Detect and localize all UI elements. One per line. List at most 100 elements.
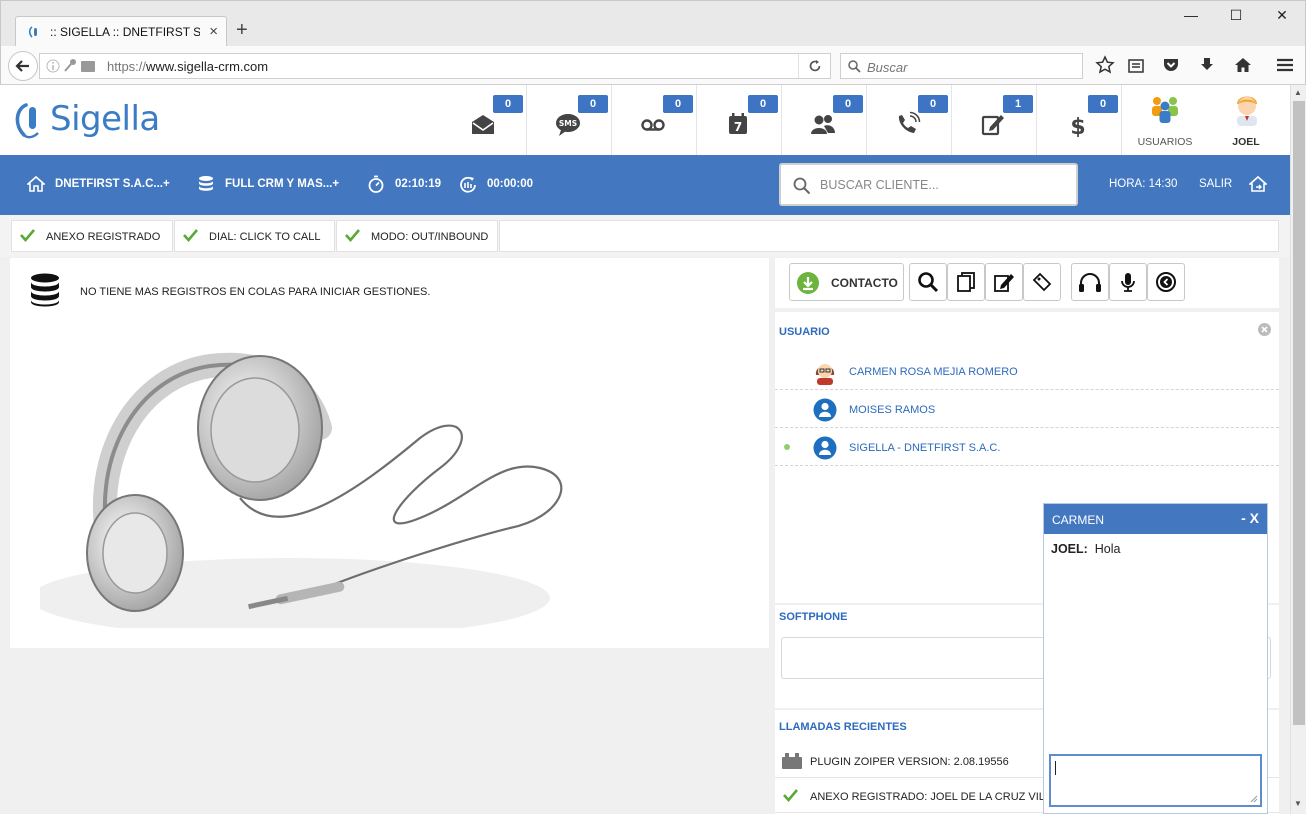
check-icon xyxy=(183,229,198,242)
page-scrollbar[interactable]: ▲ ▼ xyxy=(1290,85,1306,814)
headset-logo-icon xyxy=(15,103,39,139)
main-toolbar: DNETFIRST S.A.C...+ FULL CRM Y MAS...+ 0… xyxy=(0,155,1290,215)
browser-tab[interactable]: :: SIGELLA :: DNETFIRST S.... × xyxy=(15,16,227,47)
app-header: Sigella 0 SMS 0 0 7 0 0 0 1 $ 0 USUARIOS xyxy=(0,85,1290,155)
plugin-version-text: PLUGIN ZOIPER VERSION: 2.08.19556 xyxy=(810,756,1009,768)
user-profile-button[interactable]: JOEL xyxy=(1208,85,1284,155)
edit-button[interactable] xyxy=(985,263,1023,301)
magnifier-icon xyxy=(918,272,939,293)
menu-icon[interactable] xyxy=(1275,55,1295,75)
reading-list-icon[interactable] xyxy=(1126,55,1146,75)
user-circle-icon xyxy=(813,436,837,460)
sigella-logo[interactable]: Sigella xyxy=(12,95,162,143)
svg-text:7: 7 xyxy=(734,120,742,134)
close-circle-icon[interactable] xyxy=(1257,322,1272,337)
chat-window-controls[interactable]: - X xyxy=(1241,510,1259,526)
header-notes-button[interactable]: 1 xyxy=(952,85,1037,155)
chat-header[interactable]: CARMEN - X xyxy=(1044,504,1267,534)
window-close-icon[interactable]: ✕ xyxy=(1271,7,1293,29)
female-avatar-icon xyxy=(815,364,835,385)
header-calendar-button[interactable]: 7 0 xyxy=(697,85,782,155)
company-home-icon xyxy=(27,175,45,192)
scroll-up-icon[interactable]: ▲ xyxy=(1294,88,1302,97)
company-selector[interactable]: DNETFIRST S.A.C...+ xyxy=(55,178,170,190)
phone-icon xyxy=(898,111,921,133)
anexo-registrado-text: ANEXO REGISTRADO: JOEL DE LA CRUZ VILLAR xyxy=(810,791,1067,803)
status-modo-text: MODO: OUT/INBOUND xyxy=(371,231,489,243)
plugin-icon xyxy=(782,753,802,769)
header-payments-button[interactable]: $ 0 xyxy=(1037,85,1122,155)
copy-icon xyxy=(957,272,975,292)
contacts-count-badge: 0 xyxy=(833,95,863,113)
payments-count-badge: 0 xyxy=(1088,95,1118,113)
tab-close-icon[interactable]: × xyxy=(209,23,218,40)
header-contacts-button[interactable]: 0 xyxy=(782,85,867,155)
browser-search-placeholder: Buscar xyxy=(867,60,908,75)
reload-icon[interactable] xyxy=(798,54,830,78)
llamadas-title: LLAMADAS RECIENTES xyxy=(779,721,907,733)
search-icon xyxy=(848,60,861,73)
scrollbar-thumb[interactable] xyxy=(1293,101,1305,725)
calendar-count-badge: 0 xyxy=(748,95,778,113)
edit-icon xyxy=(981,115,1004,136)
user-row[interactable]: SIGELLA - DNETFIRST S.A.C. xyxy=(775,429,1279,466)
contacto-button[interactable]: CONTACTO xyxy=(789,263,904,301)
client-search-icon xyxy=(793,177,811,195)
microphone-button[interactable] xyxy=(1109,263,1147,301)
url-bar[interactable]: https://www.sigella-crm.com xyxy=(39,53,831,79)
headphones-icon xyxy=(1079,273,1101,292)
new-tab-icon[interactable]: + xyxy=(236,20,248,40)
status-modo: MODO: OUT/INBOUND xyxy=(336,220,498,252)
back-circle-button[interactable] xyxy=(1147,263,1185,301)
download-icon[interactable] xyxy=(1197,55,1217,75)
home-icon[interactable] xyxy=(1233,55,1253,75)
back-icon[interactable] xyxy=(8,51,38,81)
mail-icon xyxy=(472,115,494,134)
sms-count-badge: 0 xyxy=(578,95,608,113)
client-search-placeholder: BUSCAR CLIENTE... xyxy=(820,178,939,192)
voicemail-count-badge: 0 xyxy=(663,95,693,113)
bookmark-star-icon[interactable] xyxy=(1095,55,1115,75)
url-text: https://www.sigella-crm.com xyxy=(107,59,268,74)
resize-grip-icon[interactable] xyxy=(1250,795,1258,803)
svg-text:$: $ xyxy=(1070,115,1085,137)
header-calls-button[interactable]: 0 xyxy=(867,85,952,155)
tag-icon xyxy=(1032,272,1052,292)
pocket-icon[interactable] xyxy=(1161,55,1181,75)
mail-count-badge: 0 xyxy=(493,95,523,113)
url-scheme: https:// xyxy=(107,59,147,74)
maximize-icon[interactable]: ☐ xyxy=(1225,7,1247,29)
user-row[interactable]: CARMEN ROSA MEJIA ROMERO xyxy=(775,353,1279,390)
chat-contact-name: CARMEN xyxy=(1052,513,1105,527)
header-sms-button[interactable]: SMS 0 xyxy=(527,85,612,155)
notes-count-badge: 1 xyxy=(1003,95,1033,113)
info-icon[interactable] xyxy=(46,59,60,73)
search-button[interactable] xyxy=(909,263,947,301)
scroll-down-icon[interactable]: ▼ xyxy=(1294,799,1302,808)
chat-message-text: Hola xyxy=(1094,542,1121,556)
minimize-icon[interactable]: — xyxy=(1180,7,1202,29)
browser-search-input[interactable]: Buscar xyxy=(840,53,1083,79)
user-name: CARMEN ROSA MEJIA ROMERO xyxy=(849,366,1018,378)
queue-panel: NO TIENE MAS REGISTROS EN COLAS PARA INI… xyxy=(10,258,769,648)
header-mail-button[interactable]: 0 xyxy=(442,85,527,155)
sigella-favicon-icon xyxy=(28,26,37,38)
chat-input[interactable] xyxy=(1049,754,1262,807)
usuarios-button[interactable]: USUARIOS xyxy=(1125,85,1205,155)
status-anexo-text: ANEXO REGISTRADO xyxy=(46,231,161,243)
voicemail-icon xyxy=(641,119,665,131)
copy-button[interactable] xyxy=(947,263,985,301)
logo-text: Sigella xyxy=(50,99,160,139)
tag-button[interactable] xyxy=(1023,263,1061,301)
header-voicemail-button[interactable]: 0 xyxy=(612,85,697,155)
softphone-title: SOFTPHONE xyxy=(779,611,848,623)
logout-link[interactable]: SALIR xyxy=(1199,178,1232,190)
headset-button[interactable] xyxy=(1071,263,1109,301)
user-row[interactable]: MOISES RAMOS xyxy=(775,391,1279,428)
client-search-input[interactable]: BUSCAR CLIENTE... xyxy=(779,163,1078,206)
campaign-selector[interactable]: FULL CRM Y MAS...+ xyxy=(225,178,339,190)
database-icon xyxy=(31,273,59,307)
tab-title: :: SIGELLA :: DNETFIRST S.... xyxy=(50,25,200,39)
logout-home-icon[interactable] xyxy=(1249,175,1267,193)
database-icon xyxy=(199,176,213,191)
